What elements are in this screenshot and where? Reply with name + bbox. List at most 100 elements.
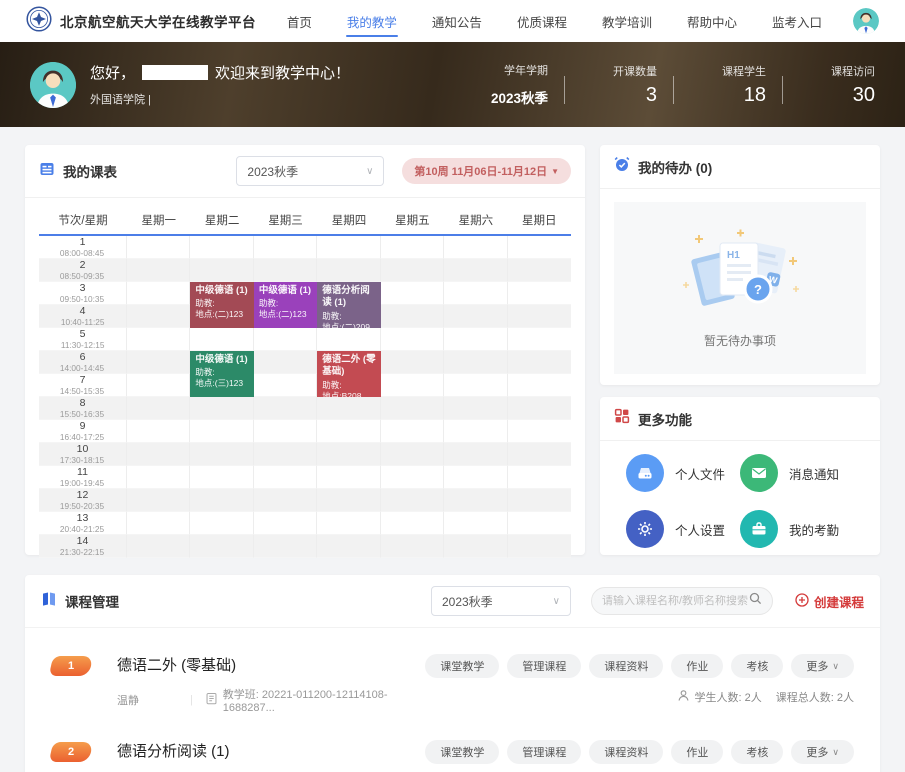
day-cell	[381, 282, 444, 305]
day-cell	[317, 328, 380, 351]
more-function-item[interactable]: 个人文件	[626, 454, 740, 492]
action-button[interactable]: 课程资料	[589, 654, 663, 678]
course-search-input[interactable]	[602, 595, 749, 607]
nav-item[interactable]: 监考入口	[771, 0, 823, 44]
nav-item-label: 我的教学	[347, 16, 397, 30]
action-button[interactable]: 课堂教学	[425, 740, 499, 764]
course-list: 1 德语二外 (零基础) 温静 | 教学班: 20221-011200-1211…	[25, 628, 880, 772]
svg-text:?: ?	[754, 282, 762, 297]
course-block[interactable]: 中级德语 (1)助教:地点:(三)123	[190, 351, 253, 397]
day-cell	[508, 328, 571, 351]
day-cell	[317, 259, 380, 282]
column-header: 星期五	[381, 206, 444, 236]
day-cell	[508, 282, 571, 305]
day-cell	[317, 466, 380, 489]
course-row: 2 德语分析阅读 (1) 温静 | 教学班: 2023-2024-1-83I12…	[25, 714, 880, 772]
period-cell: 1320:40-21:25	[39, 512, 127, 535]
course-block[interactable]: 德语二外 (零基础)助教:地点:B208	[317, 351, 380, 397]
more-function-item[interactable]: 我的考勤	[740, 510, 854, 548]
nav-item[interactable]: 优质课程	[516, 0, 568, 44]
course-block[interactable]: 中级德语 (1)助教:地点:(二)123	[190, 282, 253, 328]
day-cell	[508, 443, 571, 466]
action-button[interactable]: 课程资料	[589, 740, 663, 764]
stat-value: 18	[690, 84, 766, 107]
period-cell: 1421:30-22:15	[39, 535, 127, 558]
course-management-title: 课程管理	[65, 591, 119, 611]
course-index-badge: 1	[49, 656, 93, 676]
day-cell	[381, 535, 444, 558]
day-cell	[317, 397, 380, 420]
column-header: 星期二	[190, 206, 253, 236]
course-index-badge: 2	[49, 742, 93, 762]
week-badge-label: 第10周 11月06日-11月12日	[414, 163, 547, 179]
course-row: 1 德语二外 (零基础) 温静 | 教学班: 20221-011200-1211…	[25, 628, 880, 714]
day-cell	[508, 397, 571, 420]
caret-down-icon: ▼	[551, 167, 559, 176]
more-function-item[interactable]: 消息通知	[740, 454, 854, 492]
course-block[interactable]: 中级德语 (1)助教:地点:(二)123	[254, 282, 317, 328]
day-cell	[444, 282, 507, 305]
chevron-down-icon: ∨	[832, 661, 839, 672]
day-cell	[381, 374, 444, 397]
search-icon[interactable]	[749, 592, 762, 610]
column-header: 星期一	[127, 206, 190, 236]
column-header: 星期六	[444, 206, 507, 236]
course-name[interactable]: 德语二外 (零基础)	[117, 654, 425, 675]
courses-term-select[interactable]: 2023秋季 ∨	[431, 586, 571, 616]
user-avatar[interactable]	[853, 8, 879, 34]
day-cell	[508, 466, 571, 489]
timetable-card: 我的课表 2023秋季 ∨ 第10周 11月06日-11月12日 ▼ 节次/星期…	[25, 145, 585, 555]
action-button[interactable]: 管理课程	[507, 740, 581, 764]
action-button[interactable]: 管理课程	[507, 654, 581, 678]
todo-empty-text: 暂无待办事项	[704, 332, 776, 349]
more-function-item[interactable]: 个人设置	[626, 510, 740, 548]
stat-separator	[564, 76, 565, 104]
day-cell	[254, 236, 317, 259]
day-cell	[254, 374, 317, 397]
day-cell	[508, 259, 571, 282]
day-cell	[127, 512, 190, 535]
create-course-button[interactable]: 创建课程	[795, 592, 864, 611]
day-cell	[381, 443, 444, 466]
day-cell	[381, 489, 444, 512]
day-cell	[508, 236, 571, 259]
day-cell	[127, 259, 190, 282]
nav-item[interactable]: 通知公告	[431, 0, 483, 44]
gear-icon	[626, 510, 664, 548]
action-button[interactable]: 作业	[671, 740, 723, 764]
nav-item[interactable]: 首页	[286, 0, 313, 44]
stat-separator	[782, 76, 783, 104]
more-function-label: 消息通知	[789, 464, 839, 483]
more-actions-button[interactable]: 更多∨	[791, 740, 854, 764]
person-icon	[677, 689, 690, 705]
svg-text:H1: H1	[727, 250, 740, 261]
more-actions-button[interactable]: 更多∨	[791, 654, 854, 678]
period-cell: 614:00-14:45	[39, 351, 127, 374]
stat-label: 学年学期	[472, 62, 548, 78]
day-cell	[127, 351, 190, 374]
nav-item[interactable]: 教学培训	[601, 0, 653, 44]
action-button[interactable]: 考核	[731, 740, 783, 764]
day-cell	[190, 443, 253, 466]
course-block[interactable]: 德语分析阅读 (1)助教:地点:(二)209	[317, 282, 380, 328]
action-button[interactable]: 考核	[731, 654, 783, 678]
course-total: 课程总人数: 2人	[776, 689, 854, 705]
day-cell	[317, 443, 380, 466]
week-badge[interactable]: 第10周 11月06日-11月12日 ▼	[402, 158, 571, 184]
timetable-grid: 节次/星期星期一星期二星期三星期四星期五星期六星期日108:00-08:4520…	[39, 206, 571, 558]
course-name[interactable]: 德语分析阅读 (1)	[117, 740, 425, 761]
brand: 北京航空航天大学在线教学平台	[26, 6, 256, 37]
column-header: 星期三	[254, 206, 317, 236]
action-button[interactable]: 课堂教学	[425, 654, 499, 678]
file-icon	[626, 454, 664, 492]
nav-item[interactable]: 我的教学	[346, 0, 398, 44]
nav-item[interactable]: 帮助中心	[686, 0, 738, 44]
day-cell	[508, 374, 571, 397]
stat-value: 3	[581, 84, 657, 107]
day-cell	[254, 512, 317, 535]
banner-avatar	[30, 62, 76, 108]
banner-stats: 学年学期 2023秋季 开课数量 3 课程学生 18 课程访问 30	[472, 62, 875, 107]
timetable-term-select[interactable]: 2023秋季 ∨	[236, 156, 384, 186]
action-button[interactable]: 作业	[671, 654, 723, 678]
period-cell: 108:00-08:45	[39, 236, 127, 259]
